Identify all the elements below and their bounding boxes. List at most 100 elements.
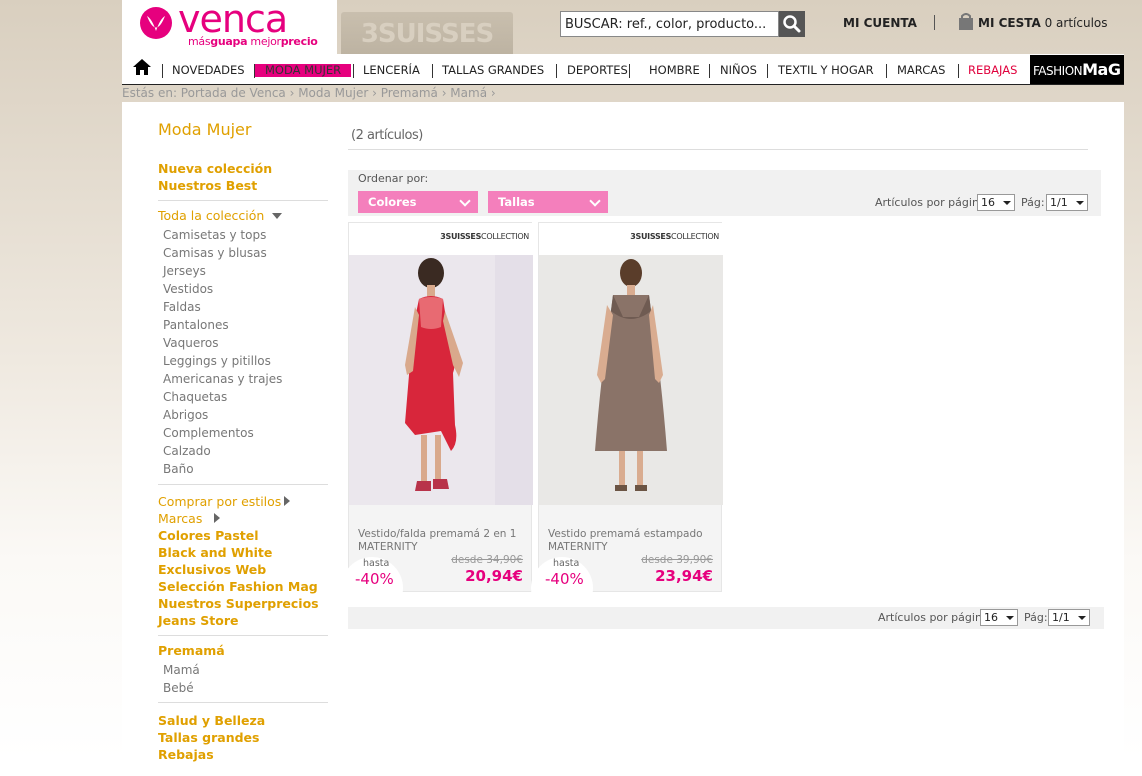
- discount-prefix: hasta: [553, 558, 580, 569]
- search-icon: [783, 15, 801, 33]
- sidebar-link-exclusivos-web[interactable]: Exclusivos Web: [158, 562, 266, 577]
- chevron-right-icon[interactable]: [214, 513, 220, 523]
- sidebar-link-superprecios[interactable]: Nuestros Superprecios: [158, 596, 319, 611]
- sidebar-link-premama[interactable]: Premamá: [158, 643, 225, 658]
- sidebar-category[interactable]: Americanas y trajes: [163, 372, 282, 386]
- nav-item-hombre[interactable]: HOMBRE: [649, 63, 700, 77]
- chevron-down-icon: [1076, 201, 1084, 205]
- per-page-label: Artículos por página:: [878, 611, 993, 624]
- nav-item-lenceria[interactable]: LENCERÍA: [363, 63, 420, 77]
- per-page-select[interactable]: 16: [980, 609, 1018, 626]
- home-icon[interactable]: [132, 58, 152, 76]
- search-input[interactable]: [560, 11, 779, 37]
- nav-item-textil-hogar[interactable]: TEXTIL Y HOGAR: [778, 63, 874, 77]
- product-card[interactable]: 3SUISSESCOLLECTION Vestido premamá estam…: [531, 222, 723, 619]
- sidebar-divider: [158, 635, 328, 636]
- nav-item-moda-mujer[interactable]: MODA MUJER: [255, 64, 352, 77]
- product-price: 23,94€: [655, 567, 713, 585]
- venca-logo-icon: [140, 7, 172, 39]
- sidebar-link-colores-pastel[interactable]: Colores Pastel: [158, 528, 259, 543]
- sidebar-link-marcas[interactable]: Marcas: [158, 511, 202, 526]
- card-brand-bar: 3SUISSESCOLLECTION: [349, 223, 533, 255]
- cart-icon[interactable]: [958, 13, 974, 30]
- breadcrumb[interactable]: Estás en: Portada de Venca › Moda Mujer …: [122, 86, 496, 100]
- chevron-right-icon[interactable]: [284, 496, 290, 506]
- nav-divider: [556, 64, 557, 78]
- product-name[interactable]: Vestido premamá estampado MATERNITY: [548, 528, 718, 554]
- sidebar-link-tallas-grandes[interactable]: Tallas grandes: [158, 730, 259, 745]
- per-page-select[interactable]: 16: [977, 194, 1015, 211]
- page-label: Pág:: [1021, 196, 1045, 209]
- sidebar-category[interactable]: Pantalones: [163, 318, 229, 332]
- sidebar-premama-item[interactable]: Mamá: [163, 663, 200, 677]
- bottom-pagination-bar: Artículos por página: 16 Pág: 1/1: [348, 607, 1104, 629]
- filter-colores-dropdown[interactable]: Colores: [358, 191, 478, 213]
- result-count: (2 artículos): [351, 128, 423, 143]
- sidebar-category[interactable]: Chaquetas: [163, 390, 227, 404]
- product-name[interactable]: Vestido/falda premamá 2 en 1 MATERNITY: [358, 528, 528, 554]
- nav-divider: [886, 64, 887, 78]
- sidebar-link-black-white[interactable]: Black and White: [158, 545, 272, 560]
- sidebar-category[interactable]: Vestidos: [163, 282, 213, 296]
- sidebar-title: Moda Mujer: [158, 120, 252, 139]
- nav-item-ninos[interactable]: NIÑOS: [720, 63, 757, 77]
- nav-item-marcas[interactable]: MARCAS: [897, 63, 945, 77]
- content-divider: [348, 149, 1088, 150]
- header-divider: [934, 15, 935, 30]
- sidebar-divider: [158, 200, 328, 201]
- product-old-price: desde 34,90€: [451, 554, 523, 566]
- page-select[interactable]: 1/1: [1048, 609, 1090, 626]
- sidebar-category[interactable]: Leggings y pitillos: [163, 354, 271, 368]
- search-button[interactable]: [779, 11, 805, 37]
- sidebar-category[interactable]: Faldas: [163, 300, 201, 314]
- product-old-price: desde 39,90€: [641, 554, 713, 566]
- sidebar-category[interactable]: Baño: [163, 462, 194, 476]
- chevron-down-icon: [1078, 616, 1086, 620]
- per-page-label: Artículos por página:: [875, 196, 990, 209]
- sidebar-link-rebajas[interactable]: Rebajas: [158, 747, 214, 762]
- nav-divider: [767, 64, 768, 78]
- logo-tagline: másguapa mejorprecio: [188, 35, 318, 48]
- venca-logo[interactable]: venca másguapa mejorprecio: [122, 0, 337, 54]
- main-panel: Moda Mujer Nueva colección Nuestros Best…: [122, 102, 1124, 776]
- nav-divider: [162, 64, 163, 78]
- partner-tab-3suisses[interactable]: 3SUISSES: [341, 12, 513, 54]
- sidebar-link-estilos[interactable]: Comprar por estilos: [158, 494, 281, 509]
- sidebar-category[interactable]: Camisas y blusas: [163, 246, 267, 260]
- sidebar-category[interactable]: Camisetas y tops: [163, 228, 266, 242]
- nav-divider: [958, 64, 959, 78]
- brand-logo: 3SUISSESCOLLECTION: [630, 232, 719, 241]
- cart-count: 0 artículos: [1044, 16, 1108, 30]
- my-cart-link[interactable]: MI CESTA 0 artículos: [978, 16, 1108, 30]
- sidebar-premama-item[interactable]: Bebé: [163, 681, 194, 695]
- brand-logo: 3SUISSESCOLLECTION: [440, 232, 529, 241]
- sidebar-link-salud-belleza[interactable]: Salud y Belleza: [158, 713, 265, 728]
- chevron-down-icon: [1006, 616, 1014, 620]
- discount-value: -40%: [545, 570, 584, 588]
- fashion-mag-link[interactable]: FASHIONMaG: [1030, 55, 1124, 84]
- sidebar-category[interactable]: Calzado: [163, 444, 211, 458]
- sidebar-link-fashion-mag[interactable]: Selección Fashion Mag: [158, 579, 318, 594]
- sidebar-category[interactable]: Abrigos: [163, 408, 208, 422]
- product-card[interactable]: 3SUISSESCOLLECTION Vestido/falda premamá…: [341, 222, 533, 619]
- sidebar-link-nueva-coleccion[interactable]: Nueva colección: [158, 161, 272, 176]
- sidebar-link-nuestros-best[interactable]: Nuestros Best: [158, 178, 257, 193]
- filter-tallas-dropdown[interactable]: Tallas: [488, 191, 608, 213]
- nav-item-novedades[interactable]: NOVEDADES: [172, 63, 245, 77]
- chevron-down-icon[interactable]: [272, 213, 282, 219]
- sidebar-category[interactable]: Jerseys: [163, 264, 206, 278]
- product-image[interactable]: [539, 255, 723, 505]
- nav-item-tallas-grandes[interactable]: TALLAS GRANDES: [442, 63, 544, 77]
- my-account-link[interactable]: MI CUENTA: [843, 16, 917, 30]
- sidebar-category[interactable]: Vaqueros: [163, 336, 219, 350]
- nav-divider: [432, 64, 433, 78]
- nav-item-rebajas[interactable]: REBAJAS: [968, 63, 1017, 77]
- sidebar-category[interactable]: Complementos: [163, 426, 254, 440]
- nav-item-deportes[interactable]: DEPORTES: [567, 63, 628, 77]
- card-brand-bar: 3SUISSESCOLLECTION: [539, 223, 723, 255]
- product-image[interactable]: [349, 255, 533, 505]
- sidebar-link-jeans-store[interactable]: Jeans Store: [158, 613, 238, 628]
- chevron-down-icon: [459, 195, 471, 207]
- sidebar-collection-toggle[interactable]: Toda la colección: [158, 208, 264, 223]
- page-select[interactable]: 1/1: [1046, 194, 1088, 211]
